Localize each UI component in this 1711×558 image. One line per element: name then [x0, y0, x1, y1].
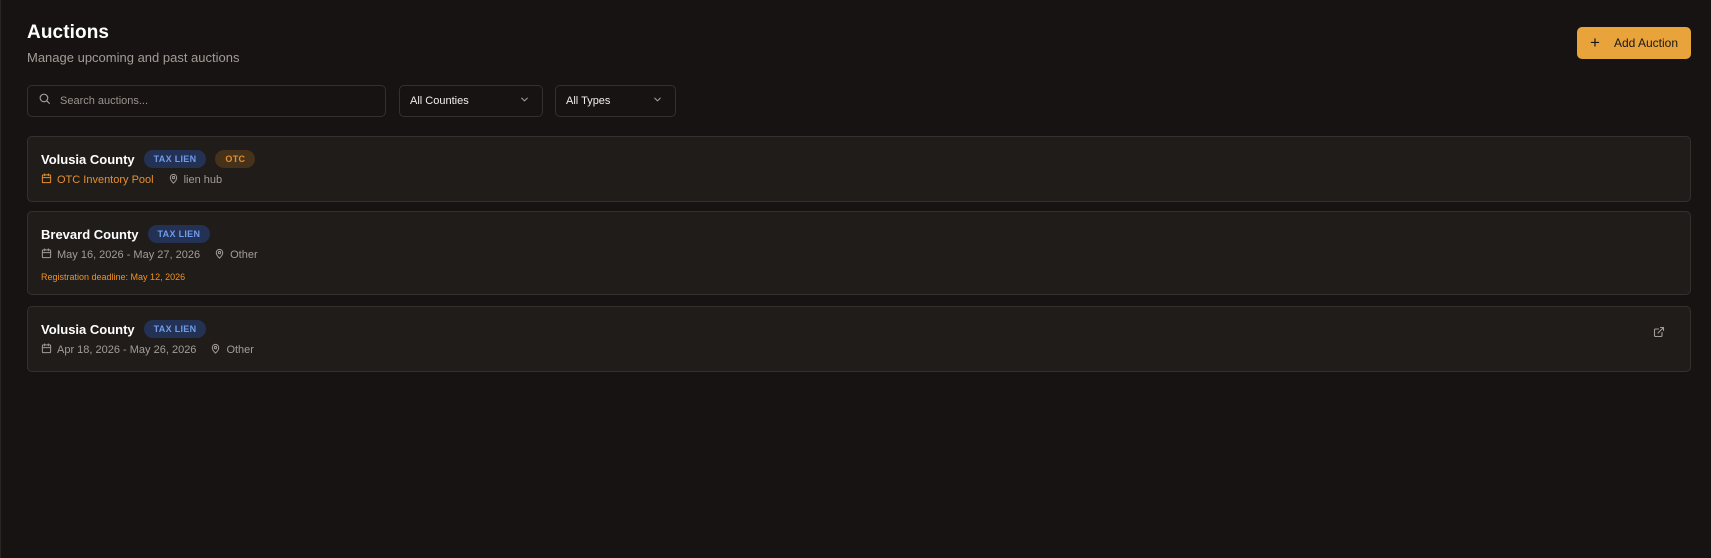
tax-lien-badge: TAX LIEN	[143, 320, 207, 338]
auction-meta: Apr 18, 2026 - May 26, 2026 Other	[41, 343, 268, 357]
auction-meta: OTC Inventory Pool lien hub	[41, 173, 236, 187]
auction-date-text: OTC Inventory Pool	[57, 174, 154, 186]
auction-card-header: Volusia County TAX LIEN	[41, 320, 207, 338]
page-title: Auctions	[27, 22, 110, 43]
auction-location: Other	[214, 248, 258, 262]
type-filter-value: All Types	[566, 95, 611, 107]
county-filter-select[interactable]: All Counties	[399, 85, 543, 117]
chevron-down-icon	[652, 94, 663, 108]
search-box[interactable]	[27, 85, 386, 117]
auction-location-text: Other	[230, 249, 258, 261]
external-link-icon[interactable]	[1653, 325, 1665, 343]
calendar-icon	[41, 173, 52, 187]
county-filter-value: All Counties	[410, 95, 469, 107]
add-auction-label: Add Auction	[1613, 36, 1678, 50]
auction-date: May 16, 2026 - May 27, 2026	[41, 248, 200, 262]
auction-date-text: Apr 18, 2026 - May 26, 2026	[57, 344, 197, 356]
registration-deadline: Registration deadline: May 12, 2026	[41, 272, 186, 282]
search-input[interactable]	[60, 95, 360, 107]
page-header: Auctions Manage upcoming and past auctio…	[27, 22, 239, 65]
auction-card-header: Volusia County TAX LIEN OTC	[41, 150, 256, 168]
auctions-page: Auctions Manage upcoming and past auctio…	[0, 0, 1711, 558]
map-pin-icon	[168, 173, 179, 187]
calendar-icon	[41, 248, 52, 262]
page-subtitle: Manage upcoming and past auctions	[27, 50, 240, 65]
auction-county: Volusia County	[41, 321, 135, 337]
auction-location-text: Other	[226, 344, 254, 356]
type-filter-select[interactable]: All Types	[555, 85, 676, 117]
search-icon	[38, 92, 51, 110]
auction-card[interactable]: Brevard County TAX LIEN May 16, 2026 - M…	[27, 211, 1691, 295]
add-auction-button[interactable]: + Add Auction	[1577, 27, 1691, 59]
map-pin-icon	[210, 343, 221, 357]
auction-card[interactable]: Volusia County TAX LIEN OTC OTC Inventor…	[27, 136, 1691, 202]
auction-date: Apr 18, 2026 - May 26, 2026	[41, 343, 196, 357]
auction-date-text: May 16, 2026 - May 27, 2026	[57, 249, 201, 261]
otc-badge: OTC	[215, 150, 256, 168]
auction-county: Volusia County	[41, 151, 135, 167]
map-pin-icon	[214, 248, 225, 262]
auction-county: Brevard County	[41, 226, 139, 242]
tax-lien-badge: TAX LIEN	[147, 225, 211, 243]
tax-lien-badge: TAX LIEN	[143, 150, 207, 168]
calendar-icon	[41, 343, 52, 357]
auction-date: OTC Inventory Pool	[41, 173, 154, 187]
auction-card-header: Brevard County TAX LIEN	[41, 225, 211, 243]
auction-location: lien hub	[168, 173, 223, 187]
auction-location: Other	[210, 343, 254, 357]
auction-location-text: lien hub	[183, 174, 223, 186]
auction-card[interactable]: Volusia County TAX LIEN Apr 18, 2026 - M…	[27, 306, 1691, 372]
plus-icon: +	[1590, 33, 1600, 52]
auction-meta: May 16, 2026 - May 27, 2026 Other	[41, 248, 272, 262]
chevron-down-icon	[519, 94, 530, 108]
